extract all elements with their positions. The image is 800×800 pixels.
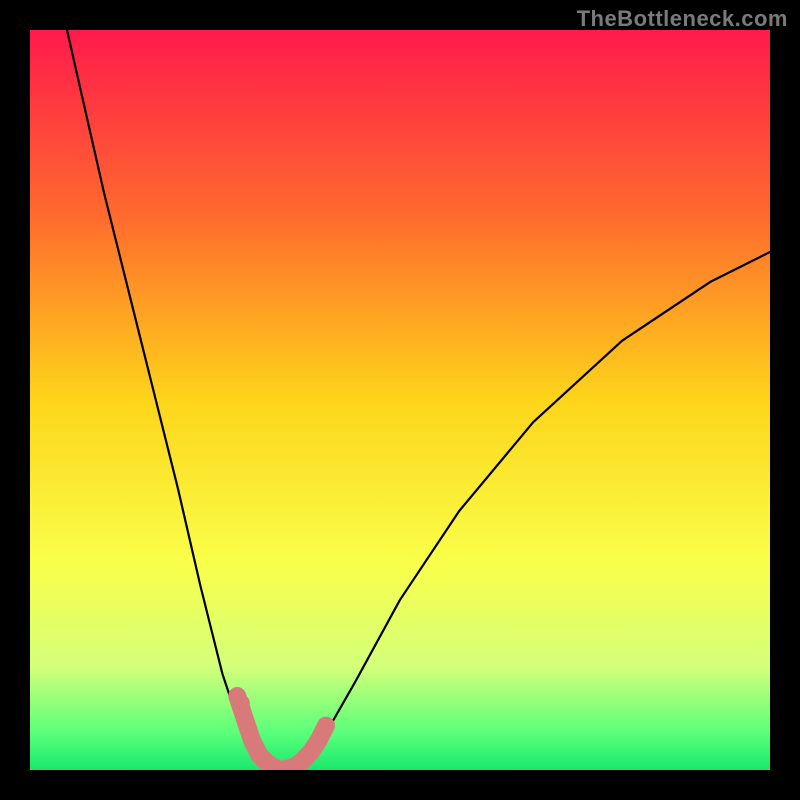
marker-layer xyxy=(232,694,250,712)
watermark-text: TheBottleneck.com xyxy=(577,6,788,32)
chart-frame: TheBottleneck.com xyxy=(0,0,800,800)
chart-svg xyxy=(30,30,770,770)
background-rect xyxy=(30,30,770,770)
highlight-dot-left xyxy=(232,694,250,712)
plot-area xyxy=(30,30,770,770)
